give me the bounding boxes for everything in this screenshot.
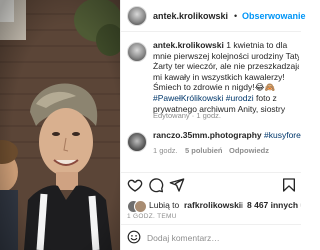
post-time[interactable]: 1 GODZ. TEMU bbox=[127, 213, 177, 220]
caption-hashtags[interactable]: #PawełKrólikowski #urodzi bbox=[153, 93, 254, 103]
post-header: antek.krolikowski • Obserwowanie bbox=[121, 0, 306, 32]
post-sidebar: antek.krolikowski • Obserwowanie antek.k… bbox=[120, 0, 306, 250]
add-comment-bar bbox=[121, 226, 301, 250]
header-separator: • bbox=[234, 11, 238, 21]
likes-prefix: Lubią to bbox=[149, 200, 180, 210]
caption-author[interactable]: antek.krolikowski bbox=[153, 40, 224, 50]
comment-hashtag[interactable]: #kusyforever bbox=[264, 130, 301, 140]
post-photo[interactable] bbox=[0, 0, 120, 250]
liker-avatar-2[interactable] bbox=[134, 200, 147, 213]
comment-item: ranczo.35mm.photography #kusyforever p 1… bbox=[127, 130, 301, 170]
likes-user[interactable]: rafkrolikowski bbox=[184, 200, 241, 210]
caption-text: antek.krolikowski 1 kwietnia to dla mnie… bbox=[153, 40, 299, 114]
likes-count[interactable]: 8 467 innych użytkowników bbox=[247, 200, 301, 210]
action-bar bbox=[121, 177, 301, 197]
comment-likes[interactable]: 5 polubień bbox=[185, 146, 223, 155]
likes-middle: i bbox=[241, 200, 243, 210]
add-comment-input[interactable] bbox=[147, 231, 287, 245]
actions-divider bbox=[121, 172, 301, 173]
commenter-avatar[interactable] bbox=[127, 132, 147, 152]
following-button[interactable]: Obserwowanie bbox=[242, 11, 306, 21]
comment-icon[interactable] bbox=[148, 177, 164, 193]
heart-icon[interactable] bbox=[127, 177, 143, 193]
likes-summary: Lubią to rafkrolikowski i 8 467 innych u… bbox=[127, 199, 301, 213]
bookmark-icon[interactable] bbox=[281, 177, 297, 193]
commenter-username[interactable]: ranczo.35mm.photography bbox=[153, 130, 262, 140]
caption-meta: Edytowany · 1 godz. bbox=[153, 111, 221, 120]
author-username[interactable]: antek.krolikowski bbox=[153, 11, 228, 21]
share-icon[interactable] bbox=[169, 177, 185, 193]
author-avatar[interactable] bbox=[127, 6, 147, 26]
comment-divider bbox=[121, 224, 301, 225]
comment-text: ranczo.35mm.photography #kusyforever p bbox=[153, 130, 301, 141]
caption-author-avatar[interactable] bbox=[127, 42, 147, 62]
post-photo-illustration bbox=[0, 0, 120, 250]
comment-reply[interactable]: Odpowiedz bbox=[229, 146, 269, 155]
emoji-icon[interactable] bbox=[127, 230, 141, 244]
caption: antek.krolikowski 1 kwietnia to dla mnie… bbox=[127, 40, 299, 122]
comment-time[interactable]: 1 godz. bbox=[153, 146, 178, 155]
